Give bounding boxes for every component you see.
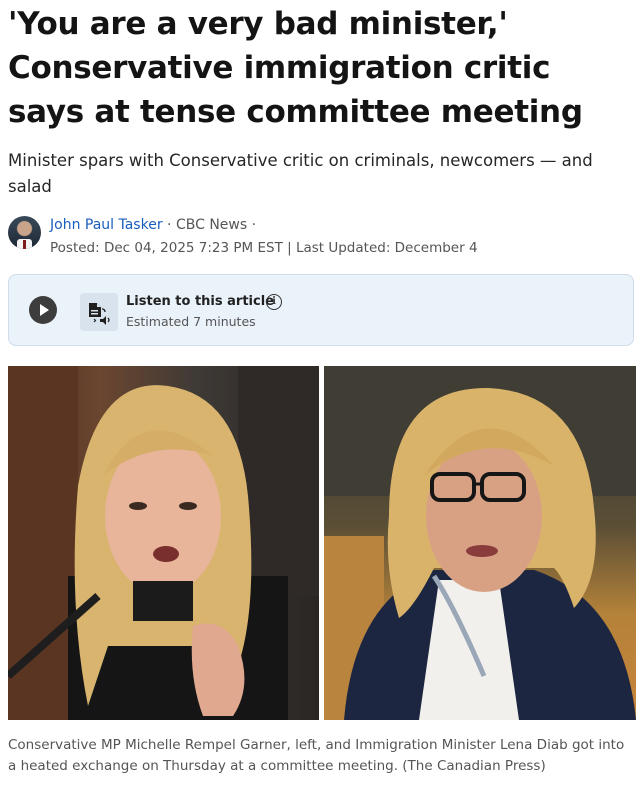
publish-timestamp: Posted: Dec 04, 2025 7:23 PM EST | Last … <box>50 240 478 256</box>
photo-michelle-rempel-garner <box>8 366 319 720</box>
listen-title[interactable]: Listen to this article <box>126 294 274 309</box>
byline: John Paul Tasker · CBC News · Posted: De… <box>8 214 633 260</box>
photo-caption: Conservative MP Michelle Rempel Garner, … <box>8 737 625 774</box>
article-headline: 'You are a very bad minister,' Conservat… <box>8 6 583 130</box>
photo-lena-diab <box>324 366 636 720</box>
info-icon[interactable]: i <box>266 294 282 310</box>
outlet-name: CBC News <box>175 217 248 233</box>
listen-duration: Estimated 7 minutes <box>126 314 256 329</box>
author-link[interactable]: John Paul Tasker <box>50 217 163 233</box>
byline-separator: · <box>247 217 257 233</box>
article-subheadline: Minister spars with Conservative critic … <box>8 151 593 196</box>
byline-separator: · <box>162 217 176 233</box>
document-audio-icon <box>80 293 118 331</box>
author-avatar[interactable] <box>8 216 41 249</box>
author-line: John Paul Tasker · CBC News · <box>50 215 256 235</box>
listen-to-article-card: Listen to this article i Estimated 7 min… <box>8 274 634 346</box>
play-icon[interactable] <box>29 296 57 324</box>
